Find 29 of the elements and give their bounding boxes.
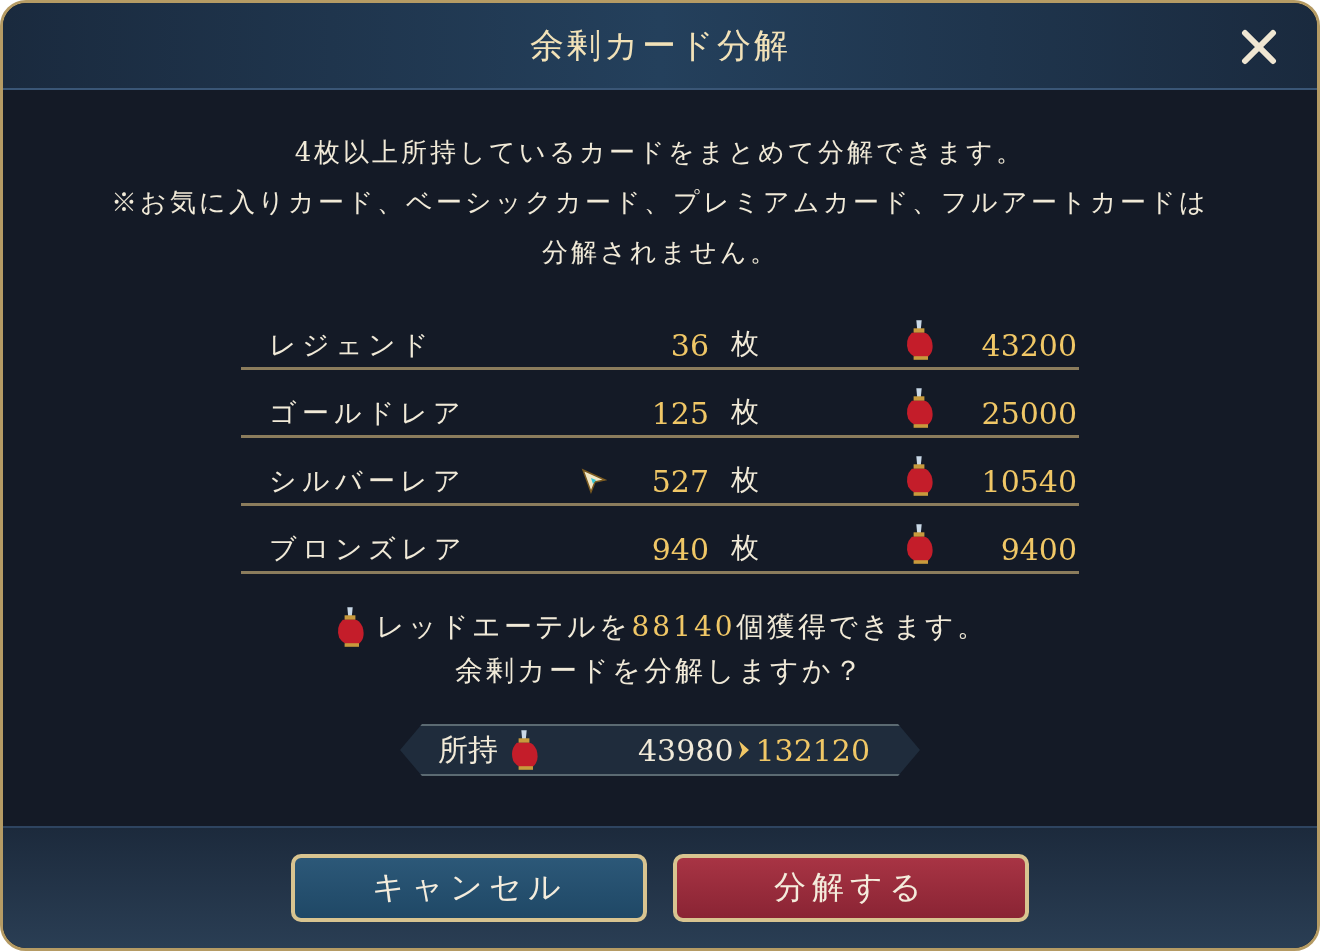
ether-yield: 10540 [980, 464, 1077, 499]
rarity-label: ゴールドレア [268, 396, 467, 430]
card-count: 940 [651, 532, 709, 567]
count-unit: 枚 [730, 530, 759, 566]
count-unit: 枚 [730, 394, 759, 430]
rarity-label: シルバーレア [268, 464, 467, 498]
count-unit: 枚 [730, 326, 759, 362]
summary-text: レッドエーテルを 88140個獲得できます。 [376, 609, 988, 645]
rarity-label: ブロンズレア [268, 532, 468, 566]
cursor-icon [581, 468, 607, 494]
close-icon[interactable] [1239, 27, 1279, 67]
rarity-label: レジェンド [268, 328, 435, 362]
cancel-button[interactable]: キャンセル [291, 854, 647, 922]
ether-yield: 9400 [999, 532, 1077, 567]
owned-label: 所持 [438, 730, 498, 769]
description-text: ※お気に入りカード、ベーシックカード、プレミアムカード、フルアートカードは [111, 186, 1209, 219]
description-text: 分解されません。 [541, 236, 779, 269]
owned-current: 43980 [638, 732, 734, 768]
count-unit: 枚 [730, 462, 759, 498]
owned-result: 132120 [755, 732, 870, 768]
confirm-button[interactable]: 分解する [673, 854, 1029, 922]
dialog-title: 余剰カード分解 [529, 23, 791, 67]
ether-yield: 25000 [980, 396, 1077, 431]
card-count: 125 [651, 396, 709, 431]
description-text: 4枚以上所持しているカードをまとめて分解できます。 [294, 136, 1026, 169]
card-count: 36 [670, 328, 709, 363]
ether-yield: 43200 [980, 328, 1077, 363]
question-text: 余剰カードを分解しますか？ [455, 653, 865, 689]
card-count: 527 [651, 464, 709, 499]
